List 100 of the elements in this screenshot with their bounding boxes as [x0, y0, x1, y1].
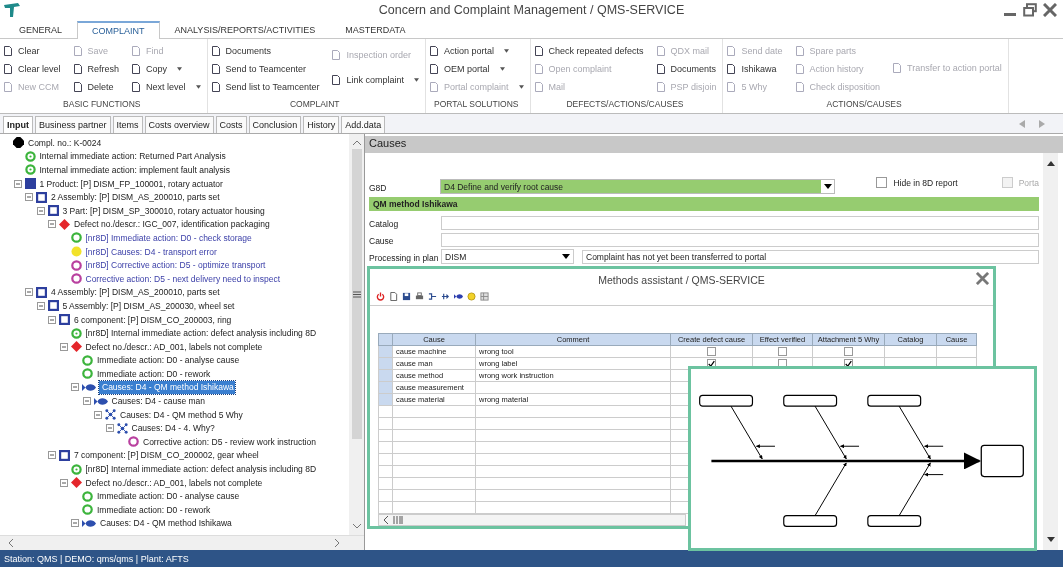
collapse-icon[interactable] — [59, 478, 68, 487]
tree-item[interactable]: Defect no./descr.: AD_001, labels not complete — [84, 477, 264, 488]
scrollbar[interactable] — [0, 535, 364, 550]
checkbox[interactable] — [844, 347, 853, 357]
collapse-icon[interactable] — [48, 451, 56, 460]
tree-item[interactable]: [nr8D] Corrective action: D5 - optimize transport — [84, 260, 267, 271]
tree-item[interactable]: Causes: D4 - QM method Ishikawa — [99, 518, 233, 529]
scrollbar-thumb[interactable] — [351, 149, 362, 439]
tree-item[interactable]: 5 Assembly: [P] DISM_AS_200030, wheel set — [61, 300, 236, 311]
collapse-icon[interactable] — [94, 410, 102, 419]
tree-item[interactable]: Causes: D4 - QM method Ishikawa — [99, 381, 235, 394]
ribbon-button[interactable]: Copy — [131, 60, 201, 78]
dropdown-field[interactable]: DISM — [441, 249, 574, 264]
ribbon-tab[interactable]: GENERAL — [4, 21, 77, 38]
tree-item[interactable]: [nr8D] Internal immediate action: defect analysis including 8D — [84, 464, 318, 475]
collapse-icon[interactable] — [25, 193, 33, 202]
collapse-icon[interactable] — [48, 220, 56, 229]
collapse-icon[interactable] — [105, 424, 114, 433]
restore-icon[interactable] — [1023, 3, 1037, 17]
power-icon[interactable] — [376, 292, 385, 302]
scrollbar[interactable] — [1043, 153, 1058, 550]
tree-item[interactable]: Immediate action: D0 - analyse cause — [96, 491, 241, 502]
arrow-icon[interactable] — [441, 292, 450, 302]
tree-item[interactable]: Internal immediate action: Returned Part Analysis — [38, 151, 227, 162]
tree-item[interactable]: Causes: D4 - QM method 5 Why — [119, 409, 244, 420]
tree-item[interactable]: Corrective action: D5 - next delivery need to inspect — [84, 273, 282, 284]
collapse-icon[interactable] — [59, 342, 68, 351]
tree-item[interactable]: Causes: D4 - cause man — [110, 396, 207, 407]
tab[interactable]: Conclusion — [248, 116, 302, 133]
grip-icon[interactable] — [393, 516, 403, 524]
tree-item[interactable]: Immediate action: D0 - analyse cause — [96, 355, 241, 366]
tree-item[interactable]: 7 component: [P] DISM_CO_200002, gear wheel — [73, 450, 260, 461]
ribbon-button[interactable]: Documents — [210, 42, 320, 60]
input-field[interactable] — [441, 215, 1039, 230]
tree-item[interactable]: Internal immediate action: implement fault analysis — [38, 165, 231, 175]
fish-icon[interactable] — [454, 292, 463, 302]
down-arrow-icon[interactable] — [1046, 537, 1055, 542]
tree-item[interactable]: [nr8D] Internal immediate action: defect analysis including 8D — [84, 328, 318, 339]
ribbon-tab[interactable]: COMPLAINT — [77, 21, 160, 39]
ribbon-button[interactable]: Check repeated defects — [533, 42, 644, 60]
tree-item[interactable]: [nr8D] Immediate action: D0 - check storage — [84, 232, 253, 243]
ribbon-button[interactable]: Send to Teamcenter — [210, 60, 320, 78]
ribbon-tab[interactable]: ANALYSIS/REPORTS/ACTIVITIES — [159, 21, 331, 38]
tree-item[interactable]: Immediate action: D0 - rework — [96, 504, 212, 515]
ribbon-button[interactable]: Link complaint — [331, 71, 419, 90]
tree-item[interactable]: Compl. no.: K-0024 — [27, 137, 103, 148]
checkbox[interactable] — [707, 347, 716, 357]
ribbon-button[interactable]: Clear level — [3, 60, 61, 78]
collapse-icon[interactable] — [36, 301, 45, 310]
collapse-icon[interactable] — [25, 288, 33, 297]
ribbon-button[interactable]: OEM portal — [429, 60, 524, 78]
tree-item[interactable]: [nr8D] Causes: D4 - transport error — [84, 246, 218, 257]
checkbox[interactable] — [876, 177, 888, 188]
tree-item[interactable]: 3 Part: [P] DISM_SP_300010, rotary actuator housing — [61, 205, 266, 216]
tree-item[interactable]: 2 Assembly: [P] DISM_AS_200010, parts set — [50, 192, 221, 203]
ribbon-button[interactable]: Action portal — [429, 42, 524, 60]
ribbon-button[interactable]: Clear — [3, 42, 61, 60]
tab[interactable]: History — [303, 116, 340, 133]
tab[interactable]: Add.data — [341, 116, 386, 133]
collapse-icon[interactable] — [36, 206, 45, 215]
ribbon-button[interactable]: Documents — [655, 60, 717, 78]
collapse-icon[interactable] — [13, 179, 22, 188]
up-arrow-icon[interactable] — [1046, 161, 1055, 166]
tab[interactable]: Costs overview — [144, 116, 214, 133]
tab[interactable]: Items — [112, 116, 143, 133]
ribbon-tab[interactable]: MASTERDATA — [330, 21, 421, 38]
branch-icon[interactable] — [428, 292, 437, 302]
ribbon-button[interactable]: Ishikawa — [726, 60, 783, 78]
dropdown-field[interactable]: D4 Define and verify root cause — [441, 180, 835, 193]
close-icon[interactable] — [976, 272, 989, 285]
ribbon-button[interactable]: Refresh — [72, 60, 120, 78]
printer-icon[interactable] — [415, 292, 424, 302]
page-icon[interactable] — [389, 292, 398, 302]
tree-item[interactable]: 6 component: [P] DISM_CO_200003, ring — [73, 314, 233, 325]
tree-item[interactable]: 1 Product: [P] DISM_FP_100001, rotary actuator — [38, 178, 224, 189]
tree-item[interactable]: 4 Assembly: [P] DISM_AS_200010, parts set — [50, 287, 221, 298]
tab[interactable]: Costs — [215, 116, 247, 133]
dot-icon[interactable] — [467, 292, 476, 302]
ribbon-button[interactable]: Next level — [131, 78, 201, 96]
collapse-icon[interactable] — [71, 383, 79, 392]
collapse-icon[interactable] — [71, 519, 79, 528]
tree-item[interactable]: Causes: D4 - 4. Why? — [130, 423, 216, 434]
tab[interactable]: Input — [3, 116, 33, 133]
input-field[interactable] — [441, 232, 1039, 247]
ribbon-button[interactable]: Delete — [72, 78, 120, 96]
tree-item[interactable]: Defect no./descr.: AD_001, labels not complete — [84, 341, 264, 352]
tree-item[interactable]: Defect no./descr.: IGC_007, identification packaging — [73, 219, 271, 230]
scroll-left-icon[interactable] — [1019, 120, 1025, 128]
grid-icon[interactable] — [480, 292, 489, 302]
ribbon-button[interactable]: Send list to Teamcenter — [210, 78, 320, 96]
tree-item[interactable]: Immediate action: D0 - rework — [96, 368, 212, 379]
collapse-icon[interactable] — [48, 315, 56, 324]
tab[interactable]: Business partner — [35, 116, 111, 133]
collapse-icon[interactable] — [82, 397, 91, 406]
close-icon[interactable] — [1043, 3, 1057, 17]
scroll-right-icon[interactable] — [1039, 120, 1045, 128]
checkbox[interactable] — [778, 347, 787, 357]
tree-item[interactable]: Corrective action: D5 - review work instruction — [142, 436, 317, 447]
scrollbar[interactable] — [378, 514, 686, 526]
scrollbar[interactable] — [349, 134, 364, 535]
